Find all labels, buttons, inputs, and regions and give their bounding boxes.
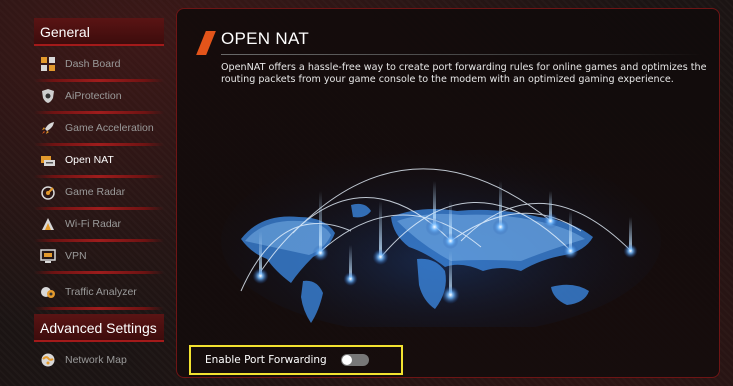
world-map-illustration xyxy=(221,146,661,327)
sidebar: General Dash Board AiProtection Game Acc… xyxy=(28,0,170,386)
title-divider xyxy=(221,54,703,55)
port-forwarding-toggle[interactable] xyxy=(340,354,369,366)
section-header-general: General xyxy=(34,18,164,46)
sidebar-item-label: VPN xyxy=(65,250,87,262)
nav-divider xyxy=(34,307,164,310)
page-description: OpenNAT offers a hassle-free way to crea… xyxy=(221,62,707,86)
title-accent-slash xyxy=(196,31,216,55)
radar-icon xyxy=(40,184,56,200)
sidebar-item-game-radar[interactable]: Game Radar xyxy=(34,178,164,206)
sidebar-item-label: Traffic Analyzer xyxy=(65,286,137,298)
sidebar-item-dashboard[interactable]: Dash Board xyxy=(34,50,164,78)
sidebar-item-open-nat[interactable]: Open NAT xyxy=(34,146,164,174)
dashboard-icon xyxy=(40,56,56,72)
sidebar-item-wifi-radar[interactable]: Wi-Fi Radar xyxy=(34,210,164,238)
shield-icon xyxy=(40,88,56,104)
sidebar-item-label: Open NAT xyxy=(65,154,114,166)
sidebar-item-aiprotection[interactable]: AiProtection xyxy=(34,82,164,110)
toggle-knob xyxy=(341,355,352,365)
sidebar-item-vpn[interactable]: VPN xyxy=(34,242,164,270)
wifi-radar-icon xyxy=(40,216,56,232)
network-map-icon xyxy=(40,352,56,368)
page-title: OPEN NAT xyxy=(221,29,310,48)
sidebar-item-label: Dash Board xyxy=(65,58,121,70)
sidebar-item-network-map[interactable]: Network Map xyxy=(34,346,164,374)
sidebar-item-label: Wi-Fi Radar xyxy=(65,218,122,230)
sidebar-item-game-acceleration[interactable]: Game Acceleration xyxy=(34,114,164,142)
open-nat-icon xyxy=(40,152,56,168)
port-forwarding-label: Enable Port Forwarding xyxy=(205,354,327,366)
sidebar-item-label: Network Map xyxy=(65,354,127,366)
traffic-analyzer-icon xyxy=(40,284,56,300)
nav-divider xyxy=(34,271,164,274)
sidebar-item-label: Game Radar xyxy=(65,186,126,198)
main-panel: OPEN NAT OpenNAT offers a hassle-free wa… xyxy=(176,8,720,378)
sidebar-item-traffic-analyzer[interactable]: Traffic Analyzer xyxy=(34,278,164,306)
rocket-icon xyxy=(40,120,56,136)
vpn-icon xyxy=(40,248,56,264)
port-forwarding-row: Enable Port Forwarding xyxy=(189,345,403,375)
sidebar-item-label: AiProtection xyxy=(65,90,122,102)
section-header-advanced: Advanced Settings xyxy=(34,314,164,342)
sidebar-item-label: Game Acceleration xyxy=(65,122,154,134)
